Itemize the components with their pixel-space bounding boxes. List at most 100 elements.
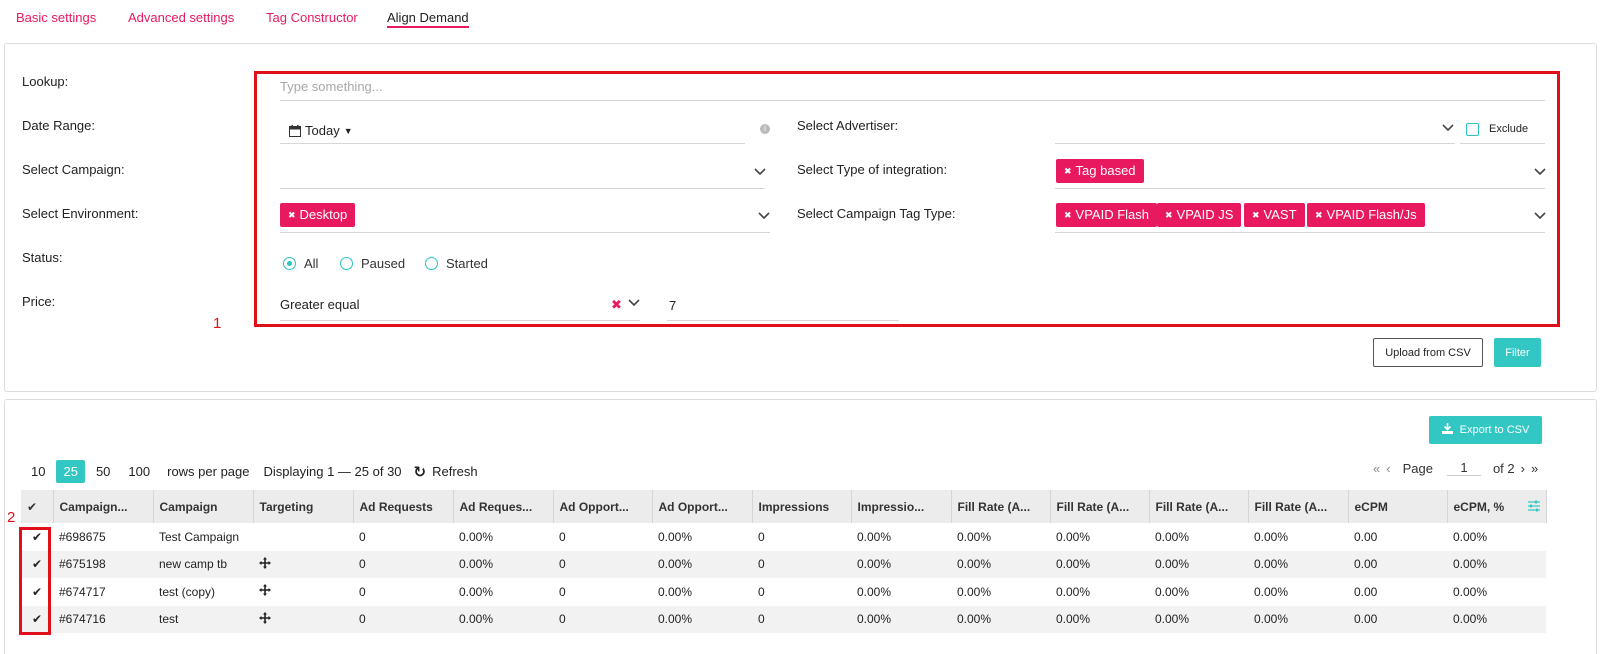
table-cell: 0.00% bbox=[851, 550, 951, 578]
table-cell: 0.00% bbox=[1149, 523, 1248, 551]
table-cell: 0.00 bbox=[1348, 523, 1447, 551]
table-cell: 0.00% bbox=[652, 523, 752, 551]
tab-advanced-settings[interactable]: Advanced settings bbox=[128, 10, 234, 25]
tab-align-demand[interactable]: Align Demand bbox=[387, 10, 469, 28]
table-cell: 0 bbox=[553, 523, 652, 551]
table-cell: 0.00% bbox=[1149, 605, 1248, 633]
move-arrows-icon[interactable] bbox=[259, 556, 271, 572]
column-header[interactable]: Ad Opport... bbox=[553, 490, 653, 523]
table-cell: 0.00% bbox=[951, 550, 1050, 578]
move-arrows-icon[interactable] bbox=[259, 584, 271, 599]
table-cell: 0.00% bbox=[951, 578, 1050, 606]
download-icon bbox=[1441, 423, 1453, 437]
campaign-id-link[interactable]: #674717 bbox=[53, 578, 153, 606]
rows-option-25[interactable]: 25 bbox=[56, 460, 85, 483]
tab-tag-constructor[interactable]: Tag Constructor bbox=[266, 10, 358, 25]
table-cell: 0.00 bbox=[1348, 605, 1447, 633]
lookup-label: Lookup: bbox=[22, 74, 69, 89]
targeting-cell bbox=[253, 550, 353, 578]
table-cell: 0.00% bbox=[652, 605, 752, 633]
table-cell: 0.00% bbox=[1248, 578, 1348, 606]
status-label: Status: bbox=[22, 250, 63, 265]
annotation-number-1: 1 bbox=[213, 315, 222, 332]
column-settings-icon[interactable] bbox=[1527, 500, 1540, 515]
page-input[interactable]: 1 bbox=[1446, 460, 1481, 476]
table-cell: 0.00% bbox=[1050, 578, 1149, 606]
column-header[interactable]: Impressions bbox=[752, 490, 852, 523]
select-environment-label: Select Environment: bbox=[22, 206, 139, 221]
annotation-box-2 bbox=[19, 527, 51, 635]
prev-page-icon[interactable]: ‹ bbox=[1386, 461, 1390, 476]
price-label: Price: bbox=[22, 294, 56, 309]
table-row[interactable]: ✔ #698675 Test Campaign 0 0.00% 0 0.00% 0 0.00% 0… bbox=[21, 523, 1546, 551]
targeting-cell bbox=[253, 578, 353, 606]
table-cell: 0.00% bbox=[1050, 550, 1149, 578]
column-header[interactable]: Fill Rate (A... bbox=[1050, 490, 1150, 523]
date-range-label: Date Range: bbox=[22, 118, 95, 133]
column-header[interactable]: Impressio... bbox=[851, 490, 952, 523]
campaign-name-link[interactable]: test bbox=[153, 605, 253, 633]
table-cell: 0.00% bbox=[453, 550, 553, 578]
table-cell: 0.00% bbox=[1447, 605, 1546, 633]
table-cell: 0.00 bbox=[1348, 578, 1447, 606]
select-all-check-icon[interactable]: ✔ bbox=[21, 490, 54, 523]
rows-per-page-selector: 10 25 50 100 rows per page Displaying 1 … bbox=[24, 460, 478, 483]
move-arrows-icon[interactable] bbox=[259, 611, 271, 627]
column-header[interactable]: Campaign bbox=[153, 490, 254, 523]
last-page-icon[interactable]: » bbox=[1531, 461, 1538, 476]
targeting-cell bbox=[253, 523, 353, 551]
table-cell: 0 bbox=[553, 550, 652, 578]
table-cell: 0.00% bbox=[1050, 605, 1149, 633]
refresh-button[interactable]: ↻ Refresh bbox=[414, 463, 478, 481]
rows-option-10[interactable]: 10 bbox=[24, 460, 52, 483]
next-page-icon[interactable]: › bbox=[1521, 461, 1525, 476]
table-cell: 0.00% bbox=[1149, 550, 1248, 578]
campaign-name-link[interactable]: new camp tb bbox=[153, 550, 253, 578]
column-header[interactable]: Fill Rate (A... bbox=[951, 490, 1051, 523]
table-cell: 0.00% bbox=[1248, 523, 1348, 551]
column-header[interactable]: eCPM bbox=[1348, 490, 1448, 523]
column-header[interactable]: Ad Reques... bbox=[453, 490, 554, 523]
table-row[interactable]: ✔ #674716 test 0 0.00% 0 0.00% 0 0.00% 0.00% 0.00%… bbox=[21, 605, 1546, 633]
table-cell: 0.00% bbox=[851, 578, 951, 606]
table-cell: 0 bbox=[752, 523, 851, 551]
table-cell: 0.00% bbox=[851, 523, 951, 551]
table-row[interactable]: ✔ #675198 new camp tb 0 0.00% 0 0.00% 0 0.00% 0.0… bbox=[21, 550, 1546, 578]
upload-csv-button[interactable]: Upload from CSV bbox=[1373, 338, 1483, 367]
rows-per-page-label: rows per page bbox=[167, 464, 250, 479]
table-cell: 0.00% bbox=[1248, 605, 1348, 633]
table-cell: 0 bbox=[752, 605, 851, 633]
export-csv-button[interactable]: Export to CSV bbox=[1429, 416, 1542, 444]
column-header[interactable]: Ad Requests bbox=[353, 490, 454, 523]
displaying-count: Displaying 1 — 25 of 30 bbox=[263, 464, 402, 479]
table-cell: 0.00 bbox=[1348, 550, 1447, 578]
page-label: Page bbox=[1402, 460, 1433, 476]
table-cell: 0.00% bbox=[453, 523, 553, 551]
filter-button[interactable]: Filter bbox=[1494, 338, 1541, 367]
campaign-id-link[interactable]: #675198 bbox=[53, 550, 153, 578]
table-cell: 0.00% bbox=[1149, 578, 1248, 606]
table-cell: 0.00% bbox=[652, 578, 752, 606]
table-cell: 0.00% bbox=[453, 605, 553, 633]
table-cell: 0.00% bbox=[951, 523, 1050, 551]
annotation-number-2: 2 bbox=[7, 509, 16, 526]
table-row[interactable]: ✔ #674717 test (copy) 0 0.00% 0 0.00% 0 0.00% 0.0… bbox=[21, 578, 1546, 606]
column-header[interactable]: eCPM, % bbox=[1447, 490, 1547, 523]
select-campaign-label: Select Campaign: bbox=[22, 162, 125, 177]
campaign-id-link[interactable]: #674716 bbox=[53, 605, 153, 633]
tab-basic-settings[interactable]: Basic settings bbox=[16, 10, 96, 25]
campaign-id-link[interactable]: #698675 bbox=[53, 523, 153, 551]
annotation-box-1 bbox=[254, 71, 1560, 327]
column-header[interactable]: Fill Rate (A... bbox=[1149, 490, 1249, 523]
column-header[interactable]: Campaign... bbox=[53, 490, 154, 523]
column-header[interactable]: Ad Opport... bbox=[652, 490, 753, 523]
column-header[interactable]: Fill Rate (A... bbox=[1248, 490, 1349, 523]
column-header[interactable]: Targeting bbox=[253, 490, 354, 523]
rows-option-50[interactable]: 50 bbox=[89, 460, 117, 483]
campaign-name-link[interactable]: test (copy) bbox=[153, 578, 253, 606]
pagination: « ‹ Page 1 of 2 › » bbox=[1373, 460, 1538, 476]
rows-option-100[interactable]: 100 bbox=[121, 460, 157, 483]
campaign-name-link[interactable]: Test Campaign bbox=[153, 523, 253, 551]
table-header-row: ✔ Campaign... Campaign Targeting Ad Requ… bbox=[21, 490, 1547, 523]
first-page-icon[interactable]: « bbox=[1373, 461, 1380, 476]
